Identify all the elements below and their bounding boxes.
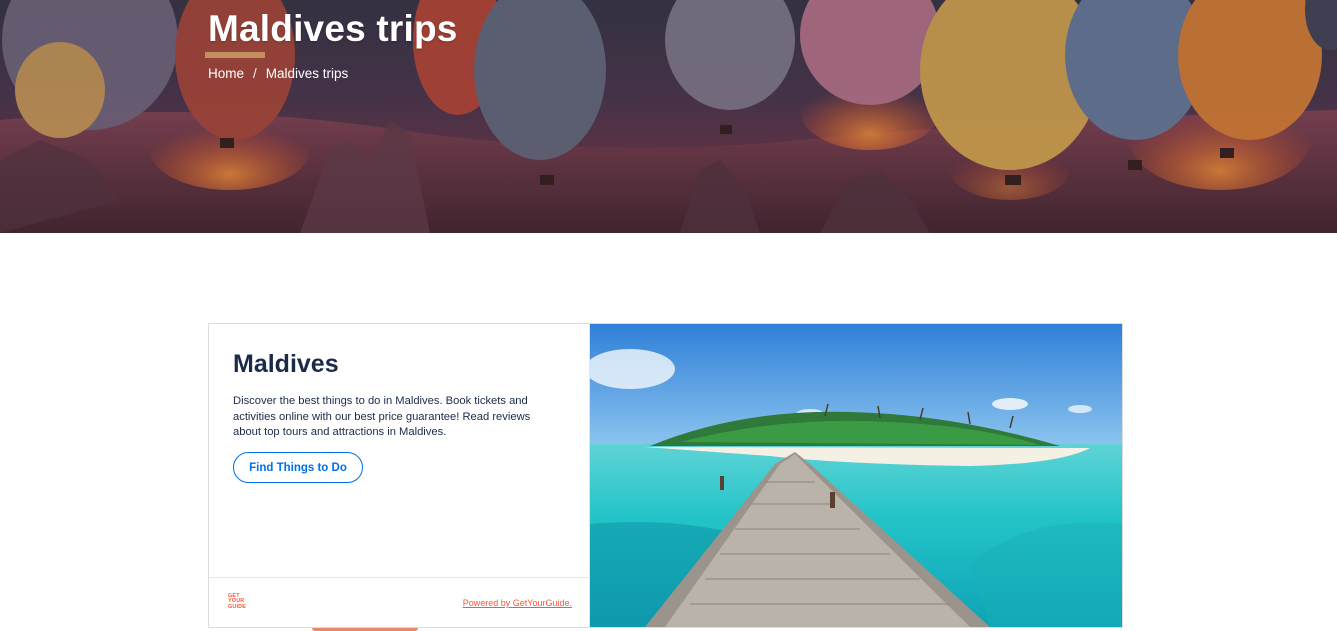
getyourguide-logo[interactable]: GET YOUR GUIDE — [228, 593, 250, 610]
breadcrumb-current: Maldives trips — [265, 66, 349, 81]
find-things-to-do-button[interactable]: Find Things to Do — [233, 452, 363, 483]
widget-description: Discover the best things to do in Maldiv… — [233, 395, 531, 438]
hero-banner: Maldives trips Home / Maldives trips — [0, 0, 1337, 233]
powered-by-link[interactable]: Powered by GetYourGuide. — [463, 598, 572, 608]
hero-overlay — [0, 0, 1337, 233]
logo-line: GUIDE — [228, 603, 247, 610]
breadcrumb-separator: / — [253, 66, 257, 81]
widget-info-panel: Maldives Discover the best things to do … — [209, 324, 590, 627]
breadcrumb: Home / Maldives trips — [208, 66, 348, 81]
widget-title: Maldives — [233, 350, 339, 378]
activity-widget-card: Maldives Discover the best things to do … — [208, 323, 1123, 628]
maldives-island-image — [590, 324, 1122, 627]
page-title: Maldives trips — [208, 8, 458, 49]
widget-footer: GET YOUR GUIDE Powered by GetYourGuide. — [209, 577, 590, 627]
widget-destination-image[interactable] — [590, 324, 1122, 627]
breadcrumb-home-link[interactable]: Home — [208, 66, 244, 81]
